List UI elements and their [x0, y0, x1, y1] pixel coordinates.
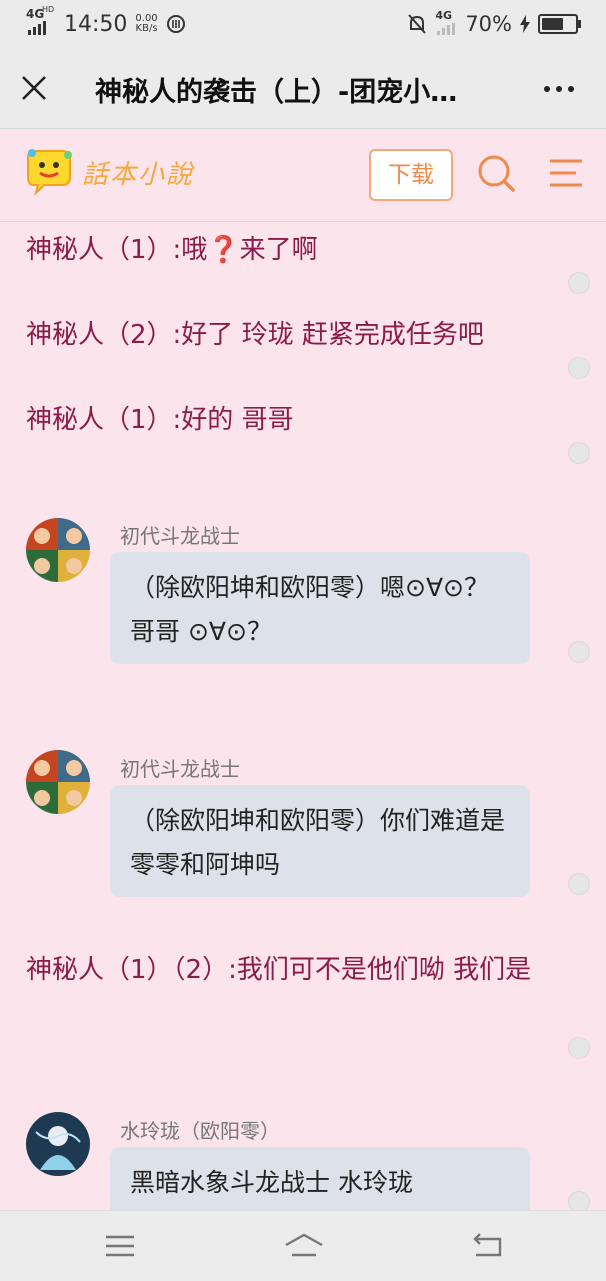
nfc-icon — [166, 15, 185, 33]
avatar-image — [26, 750, 90, 814]
logo-mascot-icon — [27, 149, 72, 197]
download-button[interactable]: 下载 — [369, 149, 453, 201]
username: 初代斗龙战士 — [120, 524, 240, 548]
mute-bell-icon — [408, 14, 427, 34]
cell-signal-icon: 4G HD — [26, 5, 56, 39]
avatar[interactable] — [26, 1112, 90, 1176]
more-dot-icon — [556, 86, 562, 92]
avatar-image — [26, 518, 90, 582]
comment-dot[interactable] — [568, 1191, 590, 1210]
message-bubble: （除欧阳坤和欧阳零）嗯⊙∀⊙？ 哥哥 ⊙∀⊙？ — [110, 552, 530, 664]
more-dot-icon — [568, 86, 574, 92]
status-bar: 4G HD 14:50 0.00 KB/s 4G 70% — [0, 0, 606, 48]
hd-label: HD — [42, 5, 55, 14]
menu-nav-icon[interactable] — [102, 1231, 138, 1261]
message-bubble: （除欧阳坤和欧阳零）你们难道是零零和阿坤吗 — [110, 785, 530, 897]
comment-dot[interactable] — [568, 873, 590, 895]
comment-dot[interactable] — [568, 641, 590, 663]
home-nav-icon[interactable] — [284, 1231, 324, 1261]
page-title: 神秘人的袭击（上）-团宠小… — [95, 77, 458, 108]
avatar-image — [26, 1112, 90, 1176]
search-icon[interactable] — [476, 153, 516, 193]
network-type-label-2: 4G — [435, 9, 452, 22]
narration-line: 神秘人（1）:好的 哥哥 — [26, 405, 294, 435]
logo-text: 話本小說 — [82, 159, 195, 190]
avatar[interactable] — [26, 518, 90, 582]
battery-percent: 70% — [465, 12, 512, 36]
title-bar: 神秘人的袭击（上）-团宠小… — [0, 48, 606, 129]
system-nav-bar — [0, 1210, 606, 1281]
narration-line: 神秘人（1）（2）:我们可不是他们呦 我们是 — [26, 955, 532, 985]
more-dot-icon — [544, 86, 550, 92]
comment-dot[interactable] — [568, 442, 590, 464]
narration-line: 神秘人（1）:哦❓来了啊 — [26, 235, 318, 265]
site-logo[interactable]: 話本小說 — [22, 147, 194, 197]
back-nav-icon[interactable] — [470, 1231, 506, 1261]
username: 水玲珑（欧阳零） — [120, 1119, 280, 1143]
narration-line: 神秘人（2）:好了 玲珑 赶紧完成任务吧 — [26, 320, 484, 350]
avatar[interactable] — [26, 750, 90, 814]
battery-icon — [538, 14, 581, 34]
charging-icon — [520, 15, 530, 33]
username: 初代斗龙战士 — [120, 757, 240, 781]
site-header: 話本小說 下载 — [0, 129, 606, 222]
clock: 14:50 — [64, 11, 128, 37]
cell-signal-icon-2: 4G — [435, 9, 457, 37]
message-bubble: 黑暗水象斗龙战士 水玲珑 — [110, 1147, 530, 1210]
more-options-button[interactable] — [544, 86, 574, 92]
speed-unit: KB/s — [135, 23, 158, 34]
comment-dot[interactable] — [568, 357, 590, 379]
comment-dot[interactable] — [568, 272, 590, 294]
close-icon[interactable] — [18, 72, 50, 104]
network-speed: 0.00 KB/s — [135, 14, 157, 34]
battery-fill — [542, 18, 563, 30]
story-content[interactable]: 神秘人（1）:哦❓来了啊 神秘人（2）:好了 玲珑 赶紧完成任务吧 神秘人（1）… — [0, 222, 606, 1210]
comment-dot[interactable] — [568, 1037, 590, 1059]
menu-icon[interactable] — [548, 157, 584, 189]
